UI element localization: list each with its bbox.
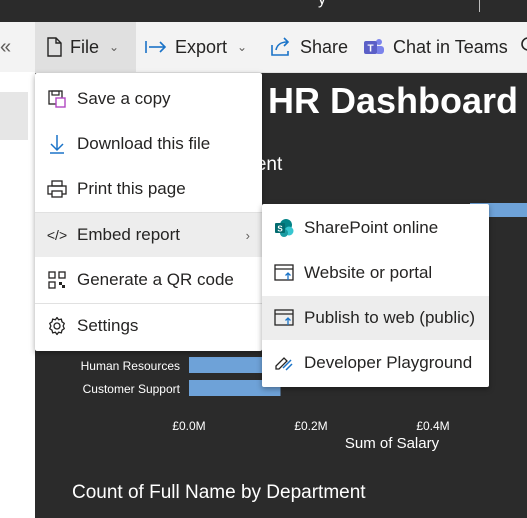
teams-icon: T: [363, 37, 385, 57]
chat-in-teams-button[interactable]: T Chat in Teams: [363, 22, 508, 72]
menu-item-embed-report[interactable]: </> Embed report ›: [35, 213, 262, 257]
navigation-pane: [0, 72, 35, 518]
submenu-item-label: Publish to web (public): [304, 308, 476, 327]
x-axis-title: Sum of Salary: [345, 435, 440, 452]
menu-item-label: Embed report: [77, 225, 180, 244]
menu-item-print[interactable]: Print this page: [35, 167, 262, 211]
qr-code-icon: [46, 269, 68, 291]
page-title: HR Dashboard: [268, 80, 519, 121]
chevron-right-icon: ›: [245, 227, 250, 243]
publish-web-icon: [273, 307, 295, 329]
file-menu-button[interactable]: File ⌄: [35, 22, 136, 72]
share-button[interactable]: Share: [270, 22, 348, 72]
share-label: Share: [300, 36, 349, 57]
menu-item-label: Print this page: [77, 179, 186, 198]
menu-item-label: Generate a QR code: [77, 270, 234, 289]
submenu-item-label: Developer Playground: [304, 353, 473, 372]
chevron-down-icon: ⌄: [237, 40, 248, 54]
print-icon: [46, 178, 68, 200]
svg-text:S: S: [277, 225, 283, 234]
menu-item-settings[interactable]: Settings: [35, 304, 262, 348]
x-tick-label: £0.4M: [416, 419, 449, 433]
chevron-down-icon: ⌄: [109, 40, 120, 54]
embed-report-submenu: S SharePoint online Website or portal Pu…: [262, 204, 489, 387]
search-icon[interactable]: [520, 36, 527, 56]
export-button[interactable]: Export ⌄: [145, 22, 247, 72]
menu-item-label: Settings: [77, 316, 139, 335]
submenu-item-developer-playground[interactable]: Developer Playground: [262, 341, 489, 385]
export-arrow-icon: [145, 40, 167, 54]
file-icon: [46, 37, 62, 57]
file-label: File: [70, 36, 100, 57]
menu-item-label: Download this file: [77, 134, 211, 153]
submenu-item-label: SharePoint online: [304, 218, 439, 237]
download-icon: [46, 133, 68, 155]
gear-icon: [46, 315, 68, 337]
title-bar: y: [0, 0, 527, 22]
menu-item-download[interactable]: Download this file: [35, 122, 262, 166]
window-title-fragment: y: [318, 0, 326, 9]
title-separator: [479, 0, 480, 12]
file-dropdown-menu: Save a copy Download this file Print thi…: [35, 73, 262, 351]
menu-item-save-copy[interactable]: Save a copy: [35, 77, 262, 121]
menu-item-label: Save a copy: [77, 89, 171, 108]
menu-item-qr-code[interactable]: Generate a QR code: [35, 258, 262, 302]
share-icon: [270, 37, 292, 57]
x-tick-label: £0.0M: [172, 419, 205, 433]
submenu-item-sharepoint[interactable]: S SharePoint online: [262, 206, 489, 250]
visual-title-count-by-department: Count of Full Name by Department: [72, 482, 366, 503]
export-label: Export: [175, 36, 228, 57]
developer-playground-icon: [273, 352, 295, 374]
submenu-item-publish-to-web[interactable]: Publish to web (public): [262, 296, 489, 340]
category-label: Customer Support: [83, 382, 181, 396]
collapse-pane-icon[interactable]: «: [0, 36, 14, 59]
selected-page-tab[interactable]: [0, 92, 28, 140]
save-copy-icon: [46, 88, 68, 110]
website-icon: [273, 262, 295, 284]
submenu-item-website-portal[interactable]: Website or portal: [262, 251, 489, 295]
x-tick-label: £0.2M: [294, 419, 327, 433]
sharepoint-icon: S: [273, 217, 295, 239]
svg-text:T: T: [367, 44, 373, 55]
chat-label: Chat in Teams: [393, 36, 508, 57]
embed-code-icon: </>: [46, 227, 68, 243]
submenu-item-label: Website or portal: [304, 263, 433, 282]
category-label: Human Resources: [81, 359, 180, 373]
